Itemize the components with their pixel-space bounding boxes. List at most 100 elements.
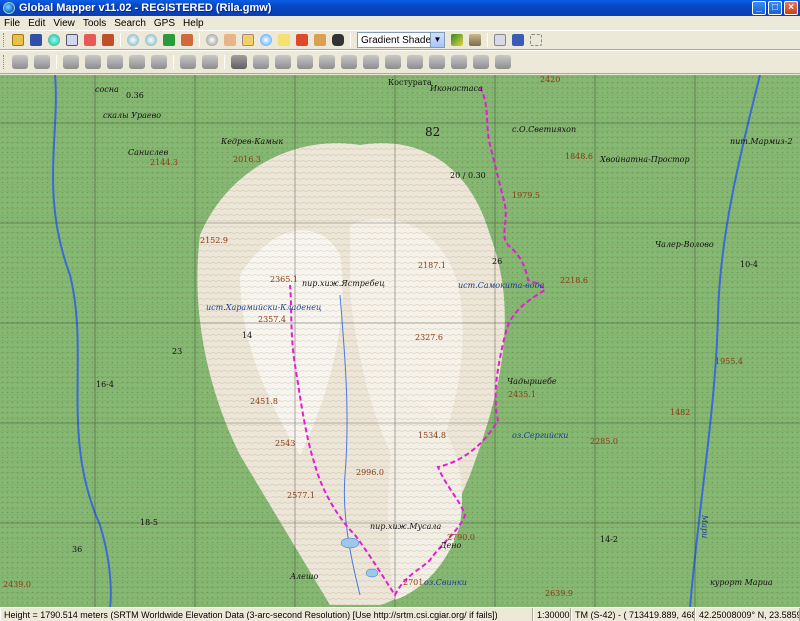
map-label: Мари — [700, 515, 709, 539]
map-label: 14-2 — [600, 535, 618, 544]
map-label: пит.Мармиз-2 — [730, 137, 793, 146]
close-button[interactable]: × — [784, 1, 798, 15]
map-label: скалы Ураево — [103, 111, 162, 120]
digitizer-tool-button-10[interactable] — [229, 52, 249, 72]
info-icon[interactable] — [258, 32, 274, 48]
layout-icon[interactable] — [528, 32, 544, 48]
map-label: 23 — [172, 347, 183, 356]
digitizer-tool-button-21[interactable] — [471, 52, 491, 72]
digitizer-tool-button-16[interactable] — [361, 52, 381, 72]
digitizer-tool-button-2[interactable] — [32, 52, 52, 72]
config-icon[interactable] — [82, 32, 98, 48]
lake — [365, 568, 379, 578]
map-label: 18-5 — [140, 518, 158, 527]
map-label: 1482 — [670, 408, 691, 417]
map-label: Хвойнатна-Простор — [600, 155, 690, 164]
menu-view[interactable]: View — [49, 18, 79, 29]
open-icon[interactable] — [10, 32, 26, 48]
digitizer-tool-button-1[interactable] — [10, 52, 30, 72]
map-label: Алешо — [290, 572, 319, 581]
map-label: сосна — [95, 85, 119, 94]
digitizer-tool-button-5[interactable] — [105, 52, 125, 72]
map-label: 20 / 0.30 — [450, 171, 486, 180]
digitizer-tool-button-8[interactable] — [178, 52, 198, 72]
digitizer-tool-button-9[interactable] — [200, 52, 220, 72]
digitizer-tool-button-17[interactable] — [383, 52, 403, 72]
zoom-tool-icon[interactable] — [204, 32, 220, 48]
digitizer-tool-button-7[interactable] — [149, 52, 169, 72]
digitizer-tool-button-12[interactable] — [273, 52, 293, 72]
digitizer-tool-button-18[interactable] — [405, 52, 425, 72]
menu-gps[interactable]: GPS — [150, 18, 179, 29]
map-label: 2285.0 — [590, 437, 618, 446]
map-label: оз.Свинки — [424, 578, 467, 587]
map-label: 2790.0 — [447, 533, 475, 542]
map-label: 2435.1 — [508, 390, 536, 399]
digitizer-tool-button-11[interactable] — [251, 52, 271, 72]
chevron-down-icon[interactable]: ▼ — [430, 33, 444, 47]
map-label: 2016.3 — [233, 155, 261, 164]
menu-edit[interactable]: Edit — [24, 18, 49, 29]
digitizer-tool-button-20[interactable] — [449, 52, 469, 72]
digitizer-tool-button-19[interactable] — [427, 52, 447, 72]
lake — [340, 537, 360, 549]
map-label: 26 — [492, 257, 503, 266]
app-globe-icon — [3, 2, 15, 14]
digitizer-tool-button-22[interactable] — [493, 52, 513, 72]
tools-icon[interactable] — [100, 32, 116, 48]
map-label: 2996.0 — [356, 468, 384, 477]
digitizer-toolbar — [0, 50, 800, 74]
globe-icon[interactable] — [46, 32, 62, 48]
map-label: 2420 — [540, 75, 561, 84]
view-shed-icon[interactable] — [312, 32, 328, 48]
status-height: Height = 1790.514 meters (SRTM Worldwide… — [0, 608, 533, 621]
overlay-control-icon[interactable] — [64, 32, 80, 48]
map-label: 16-4 — [96, 380, 114, 389]
toolbar-grip[interactable] — [3, 33, 6, 47]
zoom-out-icon[interactable] — [143, 32, 159, 48]
map-label: 1979.5 — [512, 191, 540, 200]
digitizer-tool-button-15[interactable] — [339, 52, 359, 72]
shader-select[interactable]: Gradient Shader ▼ — [357, 32, 445, 48]
minimize-button[interactable]: _ — [752, 1, 766, 15]
path-profile-icon[interactable] — [294, 32, 310, 48]
binoculars-icon[interactable] — [330, 32, 346, 48]
reset-icon[interactable] — [492, 32, 508, 48]
map-label: ист.Харамийски-Кладенец — [206, 303, 322, 312]
gps-icon[interactable] — [510, 32, 526, 48]
menu-file[interactable]: File — [0, 18, 24, 29]
menu-tools[interactable]: Tools — [79, 18, 110, 29]
home-icon[interactable] — [179, 32, 195, 48]
map-label: 36 — [72, 545, 83, 554]
map-label: Иконостаса — [430, 84, 483, 93]
map-label: Костурата — [388, 78, 432, 87]
full-view-icon[interactable] — [161, 32, 177, 48]
map-label: 2439.0 — [3, 580, 31, 589]
main-toolbar: Gradient Shader ▼ — [0, 30, 800, 50]
feature-create-icon[interactable] — [276, 32, 292, 48]
map-label: 2218.6 — [560, 276, 588, 285]
digitizer-tool-button-13[interactable] — [295, 52, 315, 72]
map-label: 2543 — [275, 439, 296, 448]
map-label: Санислев — [128, 148, 169, 157]
3d-view-icon[interactable] — [467, 32, 483, 48]
measure-icon[interactable] — [240, 32, 256, 48]
map-label: Дено — [440, 541, 462, 550]
maximize-button[interactable]: □ — [768, 1, 782, 15]
digitizer-tool-button-6[interactable] — [127, 52, 147, 72]
map-view[interactable]: Костурата сосна 0.36 скалы Ураево Санисл… — [0, 75, 800, 607]
menu-help[interactable]: Help — [179, 18, 208, 29]
map-label: пир.хиж.Ястребец — [302, 279, 385, 288]
toolbar-grip-2[interactable] — [3, 55, 6, 69]
zoom-in-icon[interactable] — [125, 32, 141, 48]
save-icon[interactable] — [28, 32, 44, 48]
menu-search[interactable]: Search — [110, 18, 150, 29]
digitizer-tool-button-3[interactable] — [61, 52, 81, 72]
status-projection: TM (S-42) - ( 713419.889, 4682736.795 ) — [571, 608, 695, 621]
shader-icon[interactable] — [449, 32, 465, 48]
map-label: 1955.4 — [715, 357, 743, 366]
map-label: 2365.1 — [270, 275, 298, 284]
pan-tool-icon[interactable] — [222, 32, 238, 48]
digitizer-tool-button-4[interactable] — [83, 52, 103, 72]
digitizer-tool-button-14[interactable] — [317, 52, 337, 72]
